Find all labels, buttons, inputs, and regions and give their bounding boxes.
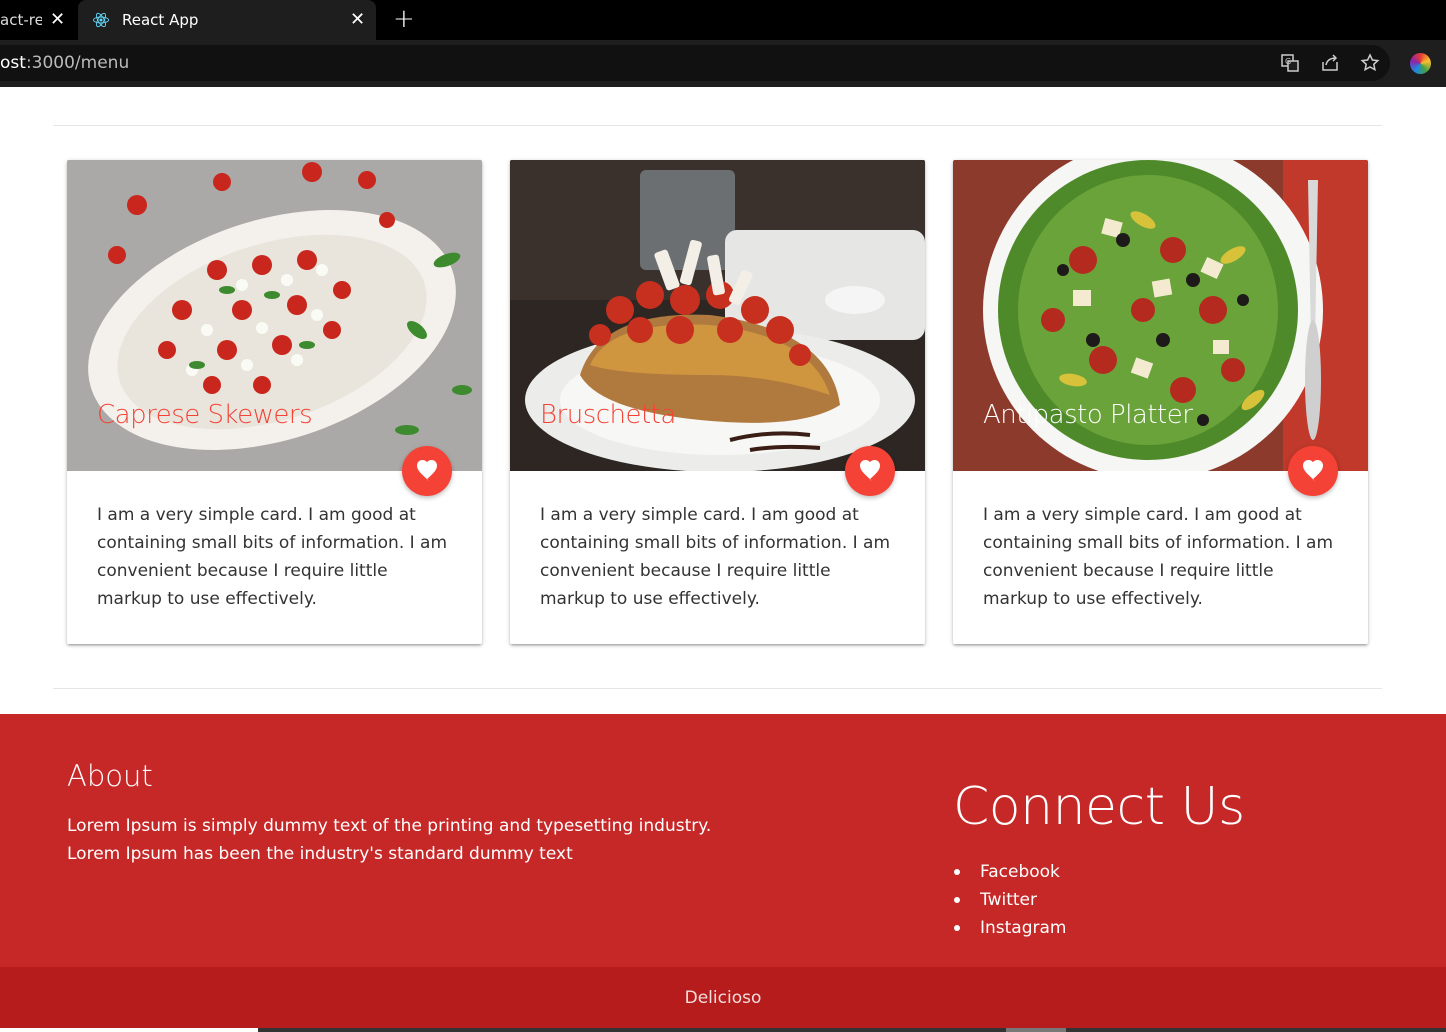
favorite-button[interactable] — [845, 446, 895, 496]
menu-card-caprese: Caprese Skewers I am a very simple card.… — [67, 160, 482, 644]
url-host: ost — [0, 53, 26, 73]
menu-card-antipasto: Antipasto Platter I am a very simple car… — [953, 160, 1368, 644]
connect-heading: Connect Us — [953, 777, 1245, 837]
translate-icon[interactable]: G — [1280, 53, 1300, 73]
url-path: :3000/menu — [25, 53, 130, 73]
divider — [53, 688, 1382, 689]
page-content: Caprese Skewers I am a very simple card.… — [0, 87, 1446, 1032]
tab-previous[interactable]: act-re ✕ — [0, 0, 78, 40]
tab-title: React App — [122, 11, 199, 29]
horizontal-scrollbar[interactable] — [258, 1028, 1446, 1032]
new-tab-icon[interactable]: + — [393, 4, 415, 34]
about-line: Lorem Ipsum is simply dummy text of the … — [67, 816, 712, 836]
social-links: Facebook Twitter Instagram — [953, 858, 1067, 942]
profile-icon[interactable] — [1410, 53, 1431, 74]
card-image: Antipasto Platter — [953, 160, 1368, 471]
svg-text:G: G — [1285, 57, 1291, 66]
heart-icon — [1303, 460, 1323, 481]
card-image: Bruschetta — [510, 160, 925, 471]
scrollbar-thumb[interactable] — [1006, 1028, 1066, 1032]
menu-card-bruschetta: Bruschetta I am a very simple card. I am… — [510, 160, 925, 644]
card-title: Antipasto Platter — [983, 400, 1193, 430]
star-icon[interactable] — [1360, 53, 1380, 73]
link-facebook[interactable]: Facebook — [953, 858, 1067, 886]
card-image: Caprese Skewers — [67, 160, 482, 471]
close-icon[interactable]: ✕ — [350, 9, 365, 30]
share-icon[interactable] — [1320, 53, 1340, 73]
link-instagram[interactable]: Instagram — [953, 914, 1067, 942]
browser-tab-strip: act-re ✕ React App ✕ + — [0, 0, 1446, 40]
heart-icon — [860, 460, 880, 481]
tab-react-app[interactable]: React App ✕ — [78, 0, 376, 40]
about-heading: About — [67, 759, 153, 793]
favorite-button[interactable] — [402, 446, 452, 496]
react-icon — [93, 12, 109, 28]
card-title: Caprese Skewers — [97, 400, 313, 430]
address-bar: ost:3000/menu G — [0, 40, 1446, 87]
about-line: Lorem Ipsum has been the industry's stan… — [67, 844, 573, 864]
about-text: Lorem Ipsum is simply dummy text of the … — [67, 812, 767, 868]
link-twitter[interactable]: Twitter — [953, 886, 1067, 914]
url-field[interactable]: ost:3000/menu — [0, 45, 1390, 81]
close-icon[interactable]: ✕ — [50, 9, 65, 30]
divider — [53, 125, 1382, 126]
favorite-button[interactable] — [1288, 446, 1338, 496]
footer-copyright: Delicioso — [0, 967, 1446, 1028]
tab-title: act-re — [0, 11, 42, 29]
heart-icon — [417, 460, 437, 481]
page-footer: About Lorem Ipsum is simply dummy text o… — [0, 714, 1446, 967]
card-title: Bruschetta — [540, 400, 676, 430]
